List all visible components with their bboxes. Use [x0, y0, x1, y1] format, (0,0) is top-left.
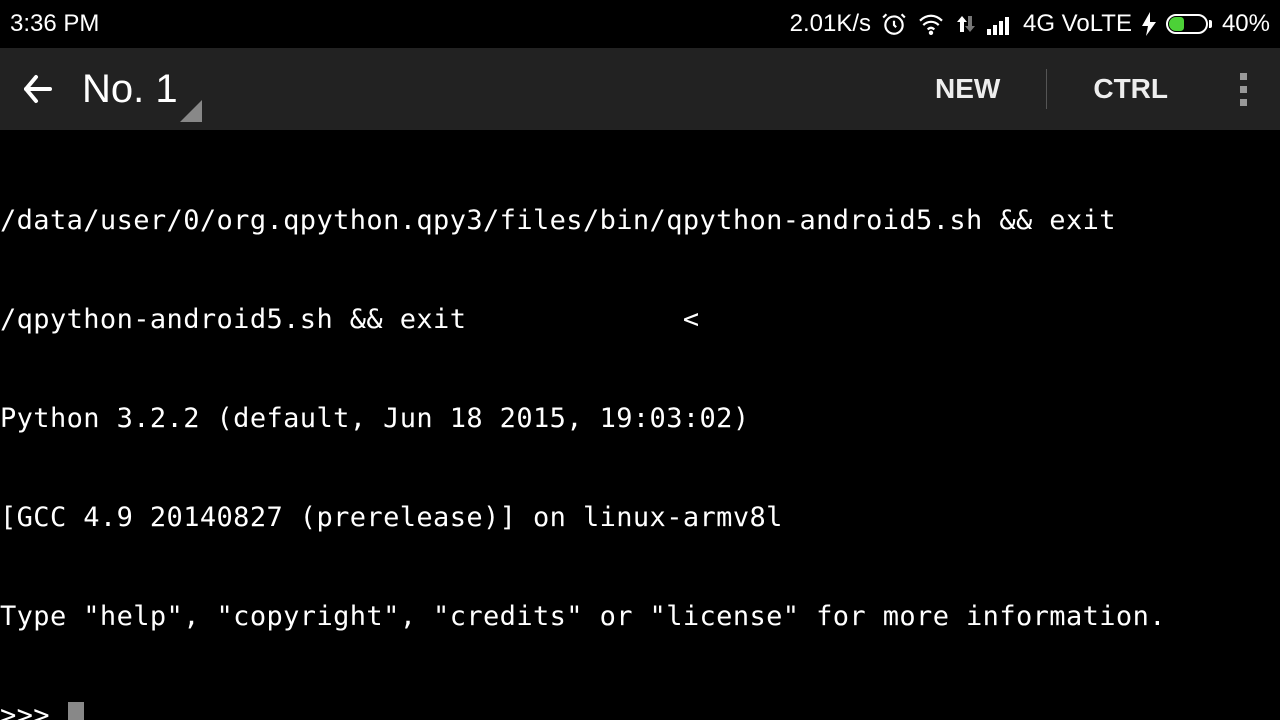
status-time: 3:36 PM [10, 10, 99, 38]
back-button[interactable] [20, 69, 60, 109]
battery-percent: 40% [1222, 10, 1270, 38]
kebab-icon [1240, 73, 1247, 106]
session-title: No. 1 [82, 67, 178, 112]
wifi-icon [917, 13, 945, 35]
new-session-button[interactable]: NEW [911, 69, 1024, 109]
android-status-bar: 3:36 PM 2.01K/s 4G VoLTE [0, 0, 1280, 48]
terminal-output[interactable]: /data/user/0/org.qpython.qpy3/files/bin/… [0, 130, 1280, 720]
network-type-label: 4G VoLTE [1023, 10, 1132, 38]
status-right-cluster: 2.01K/s 4G VoLTE [790, 10, 1270, 38]
data-arrows-icon [955, 12, 977, 36]
terminal-line: /data/user/0/org.qpython.qpy3/files/bin/… [0, 204, 1280, 237]
terminal-line: /qpython-android5.sh && exit < [0, 303, 1280, 336]
battery-icon [1166, 14, 1212, 34]
terminal-app-bar: No. 1 NEW CTRL [0, 48, 1280, 130]
alarm-icon [881, 11, 907, 37]
session-selector[interactable]: No. 1 [82, 67, 889, 112]
overflow-menu-button[interactable] [1220, 66, 1266, 112]
ctrl-key-button[interactable]: CTRL [1069, 69, 1192, 109]
network-speed: 2.01K/s [790, 10, 871, 38]
terminal-line: Type "help", "copyright", "credits" or "… [0, 600, 1280, 633]
python-prompt: >>> [0, 699, 50, 720]
text-cursor [68, 702, 84, 720]
signal-icon [987, 13, 1013, 35]
terminal-line: [GCC 4.9 20140827 (prerelease)] on linux… [0, 501, 1280, 534]
terminal-prompt-row: >>> [0, 699, 1280, 720]
dropdown-triangle-icon [180, 100, 202, 122]
toolbar-divider [1046, 69, 1047, 109]
charging-icon [1142, 12, 1156, 36]
terminal-line: Python 3.2.2 (default, Jun 18 2015, 19:0… [0, 402, 1280, 435]
